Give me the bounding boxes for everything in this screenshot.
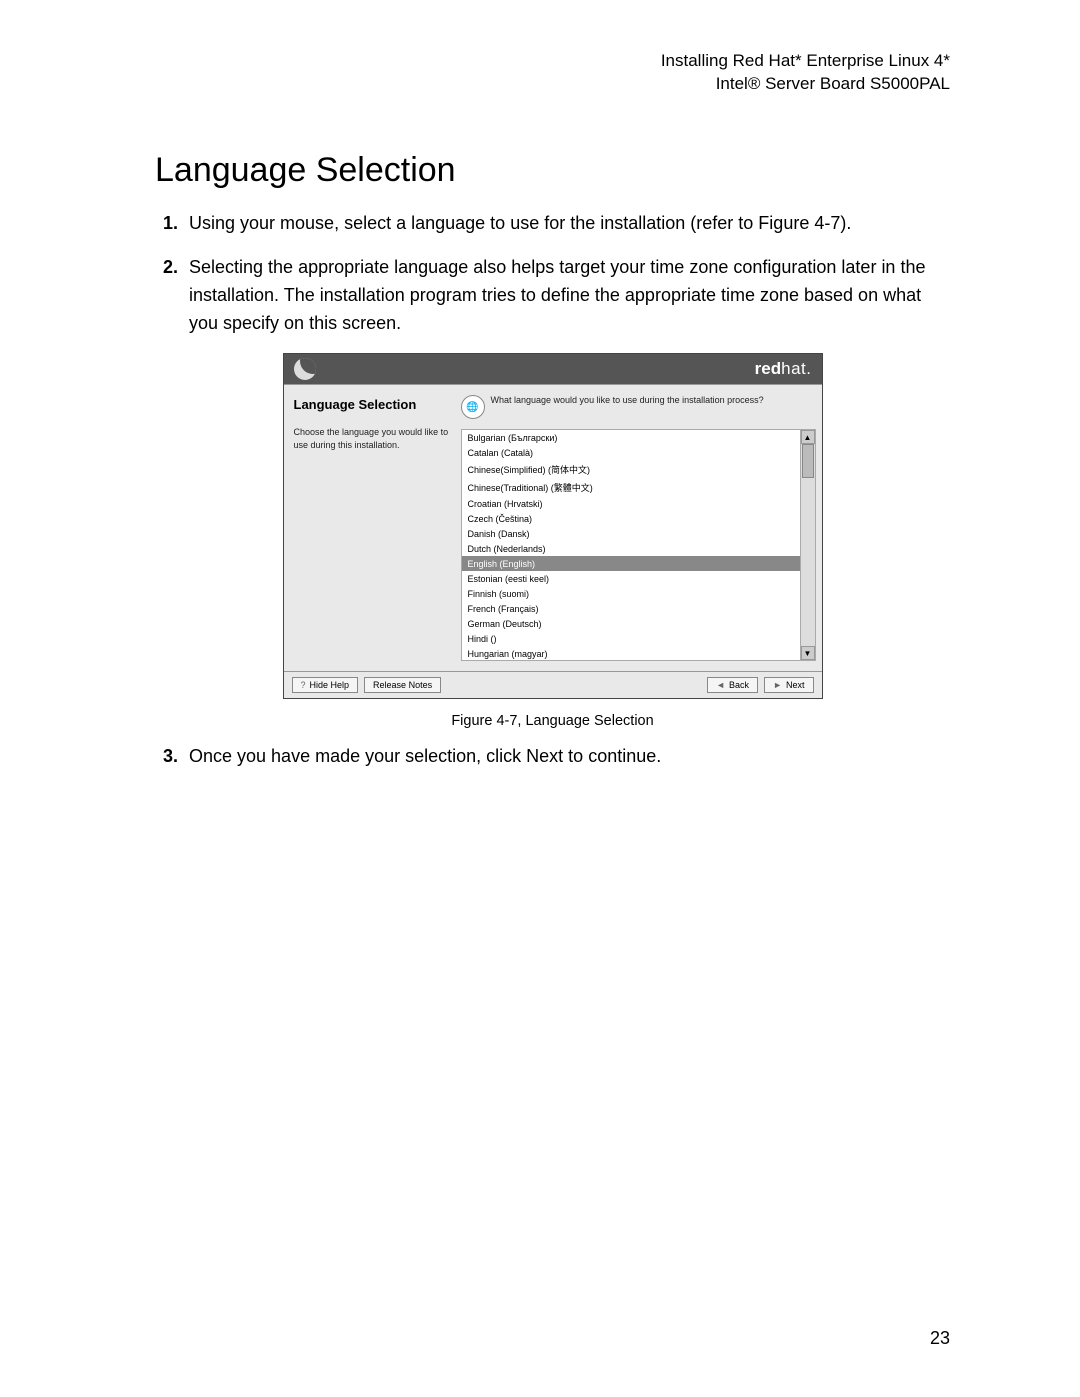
release-notes-button[interactable]: Release Notes — [364, 677, 441, 693]
figure-caption: Figure 4-7, Language Selection — [155, 713, 950, 729]
footer-left: ? Hide Help Release Notes — [292, 677, 442, 693]
content-panel: 🌐 What language would you like to use du… — [459, 385, 822, 671]
scroll-thumb[interactable] — [802, 444, 814, 478]
language-option[interactable]: English (English) — [462, 556, 800, 571]
redhat-logo-icon — [294, 358, 316, 380]
language-option[interactable]: French (Français) — [462, 601, 800, 616]
question-text: What language would you like to use duri… — [491, 395, 764, 407]
hide-help-label: Hide Help — [310, 680, 350, 690]
steps-list: Using your mouse, select a language to u… — [155, 210, 950, 338]
help-panel-desc: Choose the language you would like to us… — [294, 426, 449, 450]
installer-screenshot: redhat. Language Selection Choose the la… — [283, 353, 823, 699]
hide-help-button[interactable]: ? Hide Help — [292, 677, 359, 693]
section-title: Language Selection — [155, 151, 950, 190]
language-option[interactable]: Hindi () — [462, 631, 800, 646]
step-2: Selecting the appropriate language also … — [183, 254, 950, 338]
language-option[interactable]: Dutch (Nederlands) — [462, 541, 800, 556]
arrow-right-icon: ► — [773, 680, 782, 690]
language-option[interactable]: Danish (Dansk) — [462, 526, 800, 541]
back-label: Back — [729, 680, 749, 690]
help-panel-title: Language Selection — [294, 397, 449, 412]
language-list-items[interactable]: Bulgarian (Български)Catalan (Català)Chi… — [462, 430, 800, 660]
help-icon: ? — [301, 680, 306, 690]
page-header: Installing Red Hat* Enterprise Linux 4* … — [155, 50, 950, 96]
language-option[interactable]: Hungarian (magyar) — [462, 646, 800, 660]
installer-body: Language Selection Choose the language y… — [284, 384, 822, 672]
installer-footer: ? Hide Help Release Notes ◄ Back ► Next — [284, 672, 822, 698]
language-list[interactable]: Bulgarian (Български)Catalan (Català)Chi… — [461, 429, 816, 661]
scroll-up-icon[interactable]: ▲ — [801, 430, 815, 444]
scroll-down-icon[interactable]: ▼ — [801, 646, 815, 660]
language-option[interactable]: Czech (Čeština) — [462, 511, 800, 526]
arrow-left-icon: ◄ — [716, 680, 725, 690]
globe-icon: 🌐 — [461, 395, 485, 419]
next-button[interactable]: ► Next — [764, 677, 813, 693]
step-3: Once you have made your selection, click… — [183, 743, 950, 771]
scrollbar[interactable]: ▲ ▼ — [800, 430, 815, 660]
brand-light: hat. — [781, 359, 811, 378]
help-panel: Language Selection Choose the language y… — [284, 385, 459, 671]
language-option[interactable]: Chinese(Traditional) (繁體中文) — [462, 478, 800, 496]
header-line-2: Intel® Server Board S5000PAL — [155, 73, 950, 96]
language-option[interactable]: Catalan (Català) — [462, 445, 800, 460]
release-notes-label: Release Notes — [373, 680, 432, 690]
header-line-1: Installing Red Hat* Enterprise Linux 4* — [155, 50, 950, 73]
page-number: 23 — [930, 1328, 950, 1349]
back-button[interactable]: ◄ Back — [707, 677, 758, 693]
brand-label: redhat. — [755, 359, 812, 379]
step-1: Using your mouse, select a language to u… — [183, 210, 950, 238]
language-option[interactable]: Chinese(Simplified) (简体中文) — [462, 460, 800, 478]
brand-bold: red — [755, 359, 781, 378]
language-option[interactable]: Bulgarian (Български) — [462, 430, 800, 445]
language-option[interactable]: Estonian (eesti keel) — [462, 571, 800, 586]
language-option[interactable]: Croatian (Hrvatski) — [462, 496, 800, 511]
figure-wrap: redhat. Language Selection Choose the la… — [155, 353, 950, 729]
installer-titlebar: redhat. — [284, 354, 822, 384]
scroll-track[interactable] — [801, 444, 815, 646]
steps-list-continued: Once you have made your selection, click… — [155, 743, 950, 771]
footer-right: ◄ Back ► Next — [707, 677, 813, 693]
question-row: 🌐 What language would you like to use du… — [461, 395, 816, 419]
next-label: Next — [786, 680, 805, 690]
document-page: Installing Red Hat* Enterprise Linux 4* … — [0, 0, 1080, 1397]
language-option[interactable]: German (Deutsch) — [462, 616, 800, 631]
language-option[interactable]: Finnish (suomi) — [462, 586, 800, 601]
